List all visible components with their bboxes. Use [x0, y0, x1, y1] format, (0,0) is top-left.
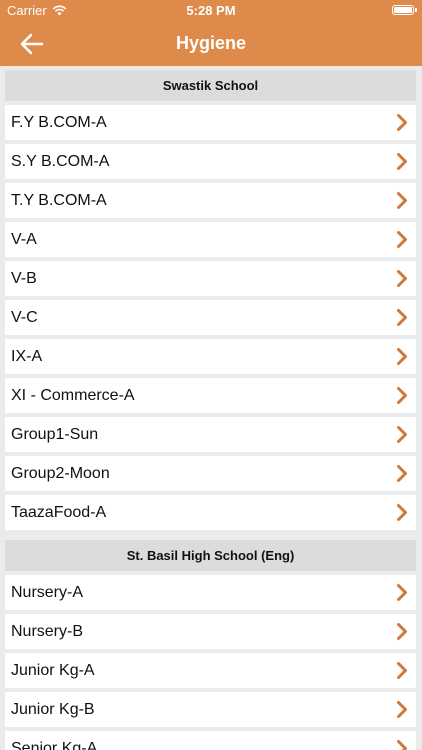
battery-icon — [392, 5, 417, 15]
list-item[interactable]: V-B — [5, 261, 416, 296]
list-item[interactable]: V-C — [5, 300, 416, 335]
list-item-label: IX-A — [11, 347, 43, 365]
list-item[interactable]: Group2-Moon — [5, 456, 416, 491]
list-item[interactable]: IX-A — [5, 339, 416, 374]
status-time: 5:28 PM — [186, 3, 236, 18]
chevron-right-icon — [397, 309, 407, 326]
list-item-label: Nursery-A — [11, 583, 84, 601]
list-item-label: XI - Commerce-A — [11, 386, 135, 404]
list-item-label: Group1-Sun — [11, 425, 99, 443]
chevron-right-icon — [397, 231, 407, 248]
chevron-right-icon — [397, 192, 407, 209]
chevron-right-icon — [397, 348, 407, 365]
list-item-label: Group2-Moon — [11, 464, 110, 482]
list-item-label: Junior Kg-B — [11, 700, 95, 718]
chevron-right-icon — [397, 465, 407, 482]
list-item[interactable]: F.Y B.COM-A — [5, 105, 416, 140]
list-item-label: Junior Kg-A — [11, 661, 95, 679]
list-item[interactable]: XI - Commerce-A — [5, 378, 416, 413]
section-header: Swastik School — [5, 70, 416, 101]
list-item-label: F.Y B.COM-A — [11, 113, 107, 131]
nav-bar: Hygiene — [0, 22, 422, 66]
chevron-right-icon — [397, 623, 407, 640]
header: Carrier 5:28 PM Hygiene — [0, 0, 422, 66]
list-item[interactable]: S.Y B.COM-A — [5, 144, 416, 179]
list-item-label: Senior Kg-A — [11, 739, 98, 750]
chevron-right-icon — [397, 114, 407, 131]
chevron-right-icon — [397, 426, 407, 443]
list-item-label: S.Y B.COM-A — [11, 152, 110, 170]
list-item-label: V-C — [11, 308, 38, 326]
chevron-right-icon — [397, 504, 407, 521]
list-item[interactable]: T.Y B.COM-A — [5, 183, 416, 218]
list-item[interactable]: V-A — [5, 222, 416, 257]
list-item[interactable]: Senior Kg-A — [5, 731, 416, 750]
list-item[interactable]: Group1-Sun — [5, 417, 416, 452]
chevron-right-icon — [397, 584, 407, 601]
chevron-right-icon — [397, 740, 407, 750]
chevron-right-icon — [397, 387, 407, 404]
list-item-label: V-A — [11, 230, 37, 248]
chevron-right-icon — [397, 270, 407, 287]
page-title: Hygiene — [175, 33, 247, 53]
list-item[interactable]: Nursery-B — [5, 614, 416, 649]
list-item[interactable]: Junior Kg-A — [5, 653, 416, 688]
list-item[interactable]: TaazaFood-A — [5, 495, 416, 530]
chevron-right-icon — [397, 153, 407, 170]
list-item[interactable]: Nursery-A — [5, 575, 416, 610]
chevron-right-icon — [397, 701, 407, 718]
status-bar: Carrier 5:28 PM — [0, 0, 422, 22]
class-list[interactable]: Swastik School F.Y B.COM-A S.Y B.COM-A T… — [0, 66, 422, 750]
chevron-right-icon — [397, 662, 407, 679]
section-header: St. Basil High School (Eng) — [5, 540, 416, 571]
list-item-label: Nursery-B — [11, 622, 84, 640]
list-item-label: TaazaFood-A — [11, 503, 107, 521]
list-item-label: V-B — [11, 269, 37, 287]
list-item-label: T.Y B.COM-A — [11, 191, 107, 209]
list-item[interactable]: Junior Kg-B — [5, 692, 416, 727]
